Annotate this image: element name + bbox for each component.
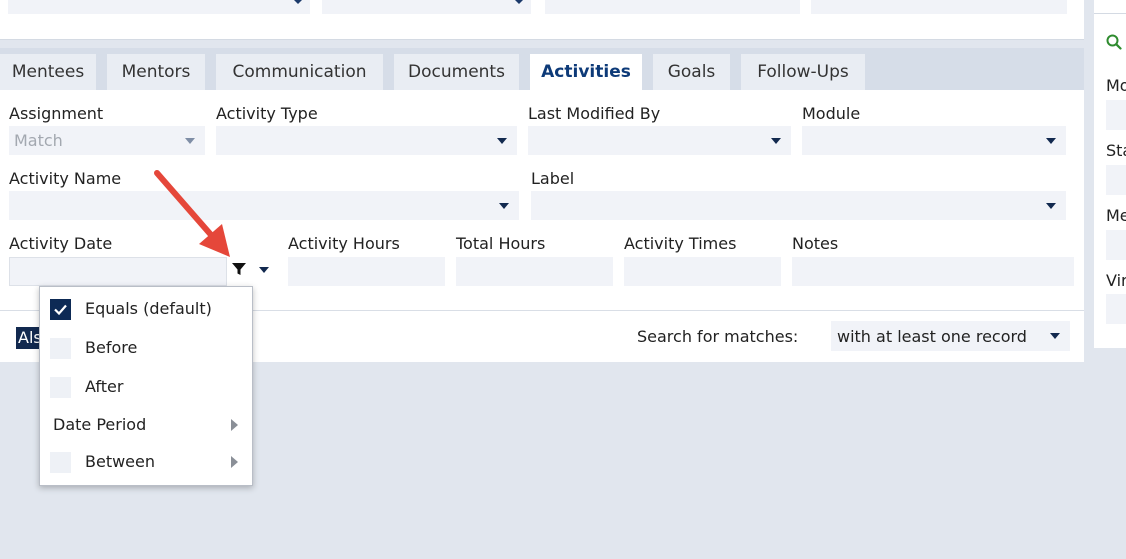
notes-input[interactable] [792,257,1074,286]
activity-name-label: Activity Name [9,169,122,188]
right-panel-field-4[interactable] [1106,294,1126,324]
top-field-3[interactable] [545,0,800,14]
right-panel-field-1[interactable] [1106,100,1126,130]
menu-item-label: Before [85,338,138,357]
label-select[interactable] [531,191,1066,220]
chevron-down-icon [771,138,781,144]
menu-item-date-period[interactable]: Date Period [40,406,252,442]
menu-item-between[interactable]: Between [40,443,252,479]
chevron-down-icon [185,138,195,144]
checkbox-unchecked[interactable] [50,338,71,359]
activity-times-input[interactable] [624,257,781,286]
checkbox-unchecked[interactable] [50,377,71,398]
chevron-down-icon [497,138,507,144]
check-icon [54,304,67,316]
module-label: Module [802,104,861,123]
right-panel-field-2[interactable] [1106,165,1126,195]
search-for-matches-value: with at least one record [837,327,1027,346]
activity-hours-input[interactable] [288,257,445,286]
module-select[interactable] [802,126,1066,155]
filter-dropdown-caret-icon[interactable] [259,267,269,273]
last-modified-by-label: Last Modified By [528,104,661,123]
tab-mentors[interactable]: Mentors [107,54,205,90]
chevron-right-icon [231,419,238,431]
menu-item-equals[interactable]: Equals (default) [40,290,252,326]
menu-item-before[interactable]: Before [40,329,252,365]
menu-item-label: Date Period [53,415,147,434]
tab-documents[interactable]: Documents [394,54,519,90]
assignment-label: Assignment [9,104,104,123]
top-select-2[interactable] [322,0,531,14]
right-side-panel: Mo Sta Me Vir [1094,0,1126,348]
chevron-down-icon [499,203,509,209]
tab-follow-ups[interactable]: Follow-Ups [741,54,865,90]
date-filter-menu: Equals (default) Before After Date Perio… [39,286,253,486]
top-field-4[interactable] [811,0,1067,14]
chevron-down-icon [1050,333,1060,339]
chevron-right-icon [231,456,238,468]
total-hours-label: Total Hours [456,234,546,253]
menu-item-after[interactable]: After [40,368,252,404]
top-filter-card [0,0,1084,40]
filter-button[interactable] [228,258,250,280]
activity-times-label: Activity Times [624,234,737,253]
activity-date-label: Activity Date [9,234,113,253]
search-for-matches-label: Search for matches: [637,327,799,346]
activity-date-input[interactable] [9,257,227,286]
last-modified-by-select[interactable] [528,126,791,155]
assignment-select: Match [9,126,205,155]
chevron-down-icon [1046,203,1056,209]
tab-goals[interactable]: Goals [653,54,730,90]
checkbox-checked[interactable] [50,299,71,320]
right-panel-label-1: Mo [1106,76,1126,95]
total-hours-input[interactable] [456,257,613,286]
search-for-matches-select[interactable]: with at least one record [831,321,1070,351]
also-button[interactable]: Als [16,327,40,349]
menu-item-label: Equals (default) [85,299,212,318]
label-field-label: Label [531,169,575,188]
menu-item-label: Between [85,452,156,471]
tab-bar: Mentees Mentors Communication Documents … [0,48,1084,90]
right-panel-label-3: Me [1106,206,1126,225]
tab-activities[interactable]: Activities [530,54,642,90]
notes-label: Notes [792,234,839,253]
right-panel-label-4: Vir [1106,271,1126,290]
top-select-1[interactable] [8,0,310,14]
activity-name-select[interactable] [9,191,519,220]
right-panel-label-2: Sta [1106,141,1126,160]
filter-icon [232,263,246,275]
activity-hours-label: Activity Hours [288,234,400,253]
right-panel-header [1094,0,1126,14]
right-panel-field-3[interactable] [1106,230,1126,260]
tab-communication[interactable]: Communication [216,54,383,90]
assignment-value: Match [14,131,63,150]
activity-type-select[interactable] [216,126,517,155]
chevron-down-icon [1046,138,1056,144]
tab-mentees[interactable]: Mentees [0,54,96,90]
activity-type-label: Activity Type [216,104,318,123]
search-icon[interactable] [1106,34,1122,50]
menu-item-label: After [85,377,124,396]
checkbox-unchecked[interactable] [50,452,71,473]
